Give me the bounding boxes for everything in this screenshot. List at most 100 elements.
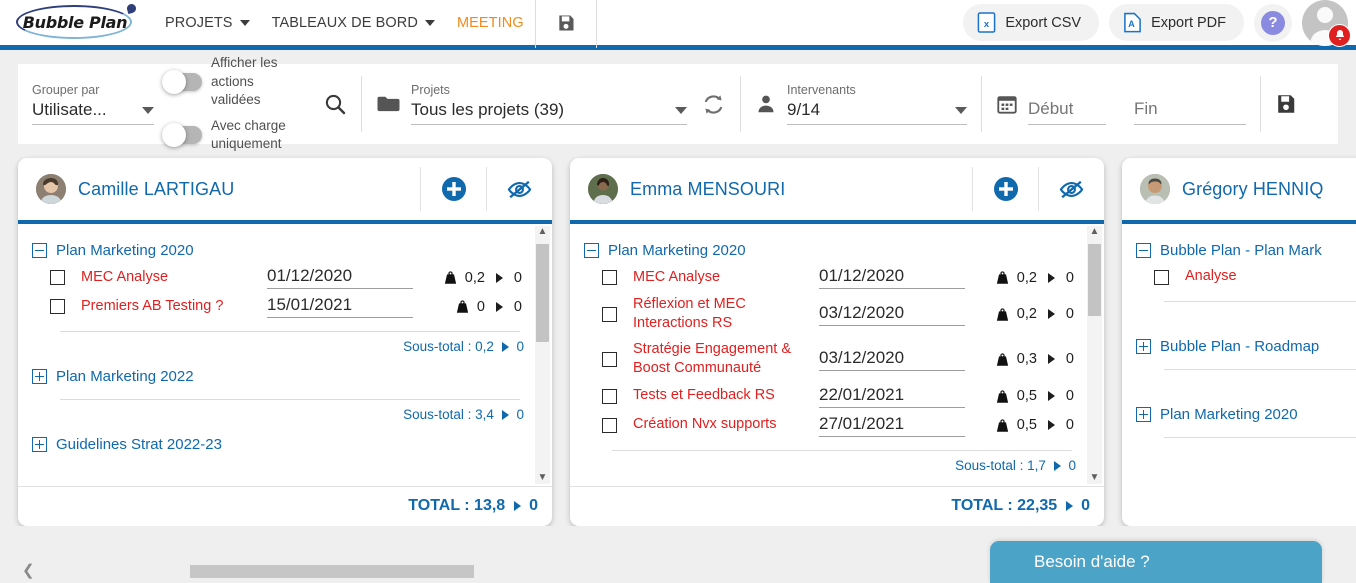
add-action-button[interactable] xyxy=(972,167,1038,211)
nav-item-tableaux-de-bord[interactable]: TABLEAUX DE BORD xyxy=(261,9,446,37)
task-charge-value: 0,5 xyxy=(1016,417,1037,434)
play-triangle-icon xyxy=(1047,420,1055,431)
group-by-filter: Grouper par Utilisate... Afficher les ac… xyxy=(18,55,361,151)
task-name[interactable]: Tests et Feedback RS xyxy=(633,386,819,405)
avatar[interactable] xyxy=(1302,0,1351,47)
task-name[interactable]: Stratégie Engagement & Boost Communauté xyxy=(633,340,819,379)
weight-icon xyxy=(996,353,1008,366)
task-name[interactable]: Premiers AB Testing ? xyxy=(81,297,267,316)
task-checkbox[interactable] xyxy=(50,299,65,314)
project-group-header[interactable]: Bubble Plan - Roadmap xyxy=(1136,334,1356,359)
scroll-up-icon[interactable]: ▲ xyxy=(538,226,548,238)
project-group-header[interactable]: Bubble Plan - Plan Mark xyxy=(1136,238,1356,263)
task-name[interactable]: Réflexion et MEC Interactions RS xyxy=(633,295,819,334)
task-checkbox[interactable] xyxy=(50,270,65,285)
show-validated-actions-toggle[interactable] xyxy=(162,69,202,94)
subtotal-value: 1,7 xyxy=(1027,457,1046,473)
card-vertical-scrollbar[interactable]: ▲ ▼ xyxy=(535,226,550,484)
task-name[interactable]: Analyse xyxy=(1185,267,1356,286)
task-charge-second: 0 xyxy=(1065,351,1074,368)
scrollbar-thumb[interactable] xyxy=(190,565,474,578)
help-widget-label: Besoin d'aide ? xyxy=(1034,552,1150,571)
notification-badge[interactable] xyxy=(1328,23,1351,47)
card-body: Bubble Plan - Plan Mark Analyse Bubble P… xyxy=(1122,224,1356,526)
export-csv-button[interactable]: x Export CSV xyxy=(963,4,1100,41)
task-date[interactable]: 27/01/2021 xyxy=(819,414,965,437)
scrollbar-thumb[interactable] xyxy=(536,244,549,342)
task-checkbox[interactable] xyxy=(1154,269,1169,285)
search-icon xyxy=(325,94,346,115)
subtotal-second: 0 xyxy=(1068,457,1076,473)
nav-item-meeting[interactable]: MEETING xyxy=(446,9,535,37)
project-group-header[interactable]: Plan Marketing 2020 xyxy=(1136,402,1356,427)
project-group-header[interactable]: Guidelines Strat 2022-23 xyxy=(32,432,526,457)
date-start-input[interactable] xyxy=(1028,99,1106,125)
app-logo[interactable]: Bubble Plan xyxy=(10,0,140,46)
date-range-filter xyxy=(982,64,1260,144)
stakeholders-value: 9/14 xyxy=(787,100,821,119)
export-pdf-button[interactable]: A Export PDF xyxy=(1109,4,1244,41)
task-date[interactable]: 01/12/2020 xyxy=(819,266,965,289)
total-label: TOTAL : xyxy=(408,497,470,514)
expand-icon xyxy=(1136,407,1151,422)
stakeholders-select[interactable]: 9/14 xyxy=(787,100,967,125)
save-filter-button[interactable] xyxy=(1261,64,1311,144)
search-button[interactable] xyxy=(323,92,347,116)
add-action-button[interactable] xyxy=(420,167,486,211)
project-group-header[interactable]: Plan Marketing 2022 xyxy=(32,364,526,389)
task-name[interactable]: MEC Analyse xyxy=(633,268,819,287)
play-triangle-icon xyxy=(501,410,509,421)
scroll-up-icon[interactable]: ▲ xyxy=(1090,226,1100,238)
scroll-down-icon[interactable]: ▼ xyxy=(538,472,548,484)
task-name[interactable]: MEC Analyse xyxy=(81,268,267,287)
save-button[interactable] xyxy=(536,0,596,48)
group-by-select[interactable]: Utilisate... xyxy=(32,100,154,125)
project-group-header[interactable]: Plan Marketing 2020 xyxy=(32,238,526,263)
pdf-file-icon: A xyxy=(1124,12,1141,33)
task-checkbox[interactable] xyxy=(602,417,617,433)
project-group-header[interactable]: Plan Marketing 2020 xyxy=(584,238,1078,263)
scroll-down-icon[interactable]: ▼ xyxy=(1090,472,1100,484)
task-date[interactable]: 03/12/2020 xyxy=(819,348,965,371)
show-validated-actions-label: Afficher les actions validées xyxy=(211,54,278,108)
task-date[interactable]: 01/12/2020 xyxy=(267,266,413,289)
task-checkbox[interactable] xyxy=(602,388,617,404)
hide-card-button[interactable] xyxy=(486,167,552,211)
task-row: Premiers AB Testing ? 15/01/2021 0 0 xyxy=(32,292,526,321)
card-header: Grégory HENNIQ xyxy=(1122,158,1356,224)
nav-item-projets-label: PROJETS xyxy=(165,14,233,31)
group-subtotal xyxy=(1136,370,1356,402)
task-name[interactable]: Création Nvx supports xyxy=(633,415,819,434)
task-checkbox[interactable] xyxy=(602,306,617,322)
scrollbar-thumb[interactable] xyxy=(1088,244,1101,316)
date-start-wrap xyxy=(1028,99,1106,125)
projects-select[interactable]: Tous les projets (39) xyxy=(411,100,687,125)
nav-item-meeting-label: MEETING xyxy=(456,14,524,31)
task-date[interactable]: 03/12/2020 xyxy=(819,303,965,326)
date-end-input[interactable] xyxy=(1134,99,1246,125)
help-button[interactable]: ? xyxy=(1254,3,1292,42)
help-widget[interactable]: Besoin d'aide ? xyxy=(990,541,1322,583)
card-vertical-scrollbar[interactable]: ▲ ▼ xyxy=(1087,226,1102,484)
project-group-title: Bubble Plan - Roadmap xyxy=(1160,338,1320,355)
hide-card-button[interactable] xyxy=(1038,167,1104,211)
project-group-title: Guidelines Strat 2022-23 xyxy=(56,436,222,453)
logo-text: Bubble Plan xyxy=(22,13,128,32)
with-workload-only-toggle[interactable] xyxy=(162,123,202,148)
weight-icon xyxy=(996,390,1008,403)
task-charge-second: 0 xyxy=(1065,306,1074,323)
task-checkbox[interactable] xyxy=(602,351,617,367)
total-second: 0 xyxy=(1081,497,1090,514)
refresh-button[interactable] xyxy=(701,92,726,117)
floppy-disk-icon xyxy=(559,15,574,30)
task-date[interactable]: 22/01/2021 xyxy=(819,385,965,408)
task-checkbox[interactable] xyxy=(602,270,617,285)
nav-item-tableaux-de-bord-label: TABLEAUX DE BORD xyxy=(271,14,418,31)
chevron-left-icon[interactable]: ❮ xyxy=(22,563,35,578)
avatar xyxy=(1140,174,1170,204)
export-csv-label: Export CSV xyxy=(1005,14,1082,31)
nav-item-projets[interactable]: PROJETS xyxy=(154,9,261,37)
task-date[interactable]: 15/01/2021 xyxy=(267,295,413,318)
date-end-wrap xyxy=(1134,99,1246,125)
group-by-label: Grouper par xyxy=(32,83,100,97)
